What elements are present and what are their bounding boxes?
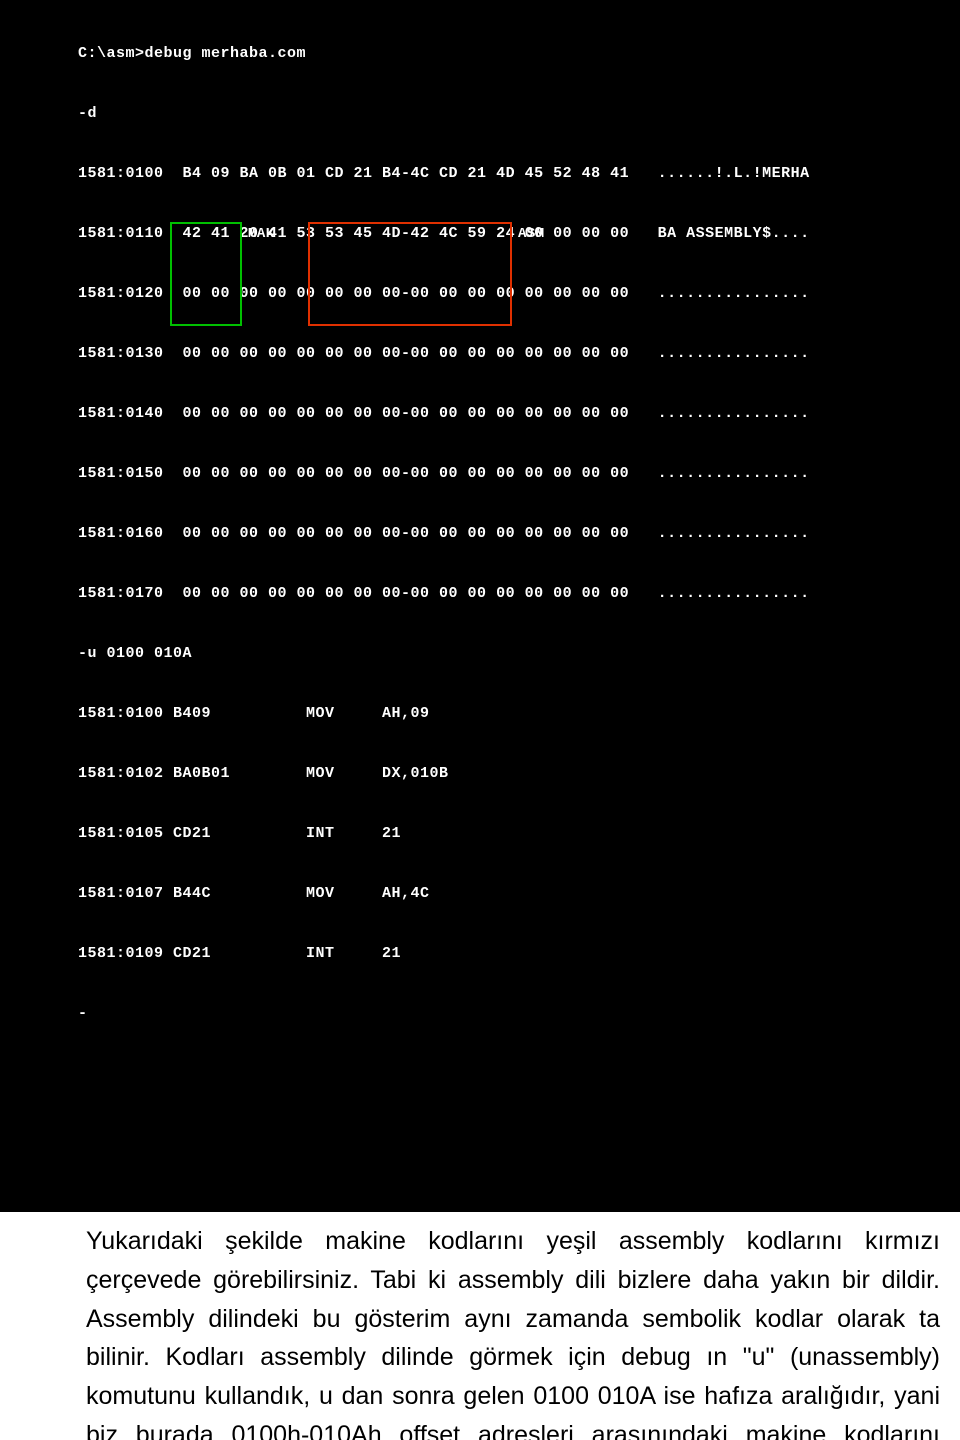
terminal-cmd-d: -d bbox=[78, 104, 958, 124]
dump-line: 1581:0100 B4 09 BA 0B 01 CD 21 B4-4C CD … bbox=[78, 164, 958, 184]
terminal-cmd-u: -u 0100 010A bbox=[78, 644, 958, 664]
label-asm: ASM bbox=[518, 224, 545, 244]
disasm-line: 1581:0109 CD21 INT 21 bbox=[78, 944, 958, 964]
disasm-line: 1581:0102 BA0B01 MOV DX,010B bbox=[78, 764, 958, 784]
disasm-line: 1581:0100 B409 MOV AH,09 bbox=[78, 704, 958, 724]
disasm-line: 1581:0107 B44C MOV AH,4C bbox=[78, 884, 958, 904]
terminal-prompt: C:\asm>debug merhaba.com bbox=[78, 44, 958, 64]
dump-line: 1581:0160 00 00 00 00 00 00 00 00-00 00 … bbox=[78, 524, 958, 544]
terminal-cursor: - bbox=[78, 1004, 958, 1024]
dump-line: 1581:0150 00 00 00 00 00 00 00 00-00 00 … bbox=[78, 464, 958, 484]
disasm-line: 1581:0105 CD21 INT 21 bbox=[78, 824, 958, 844]
dump-line: 1581:0120 00 00 00 00 00 00 00 00-00 00 … bbox=[78, 284, 958, 304]
dump-line: 1581:0170 00 00 00 00 00 00 00 00-00 00 … bbox=[78, 584, 958, 604]
label-mak: MAK bbox=[248, 224, 275, 244]
dump-line: 1581:0140 00 00 00 00 00 00 00 00-00 00 … bbox=[78, 404, 958, 424]
dump-line: 1581:0130 00 00 00 00 00 00 00 00-00 00 … bbox=[78, 344, 958, 364]
terminal-window: C:\asm>debug merhaba.com -d 1581:0100 B4… bbox=[0, 0, 960, 1212]
explanation-paragraph: Yukarıdaki şekilde makine kodlarını yeşi… bbox=[0, 1212, 960, 1440]
